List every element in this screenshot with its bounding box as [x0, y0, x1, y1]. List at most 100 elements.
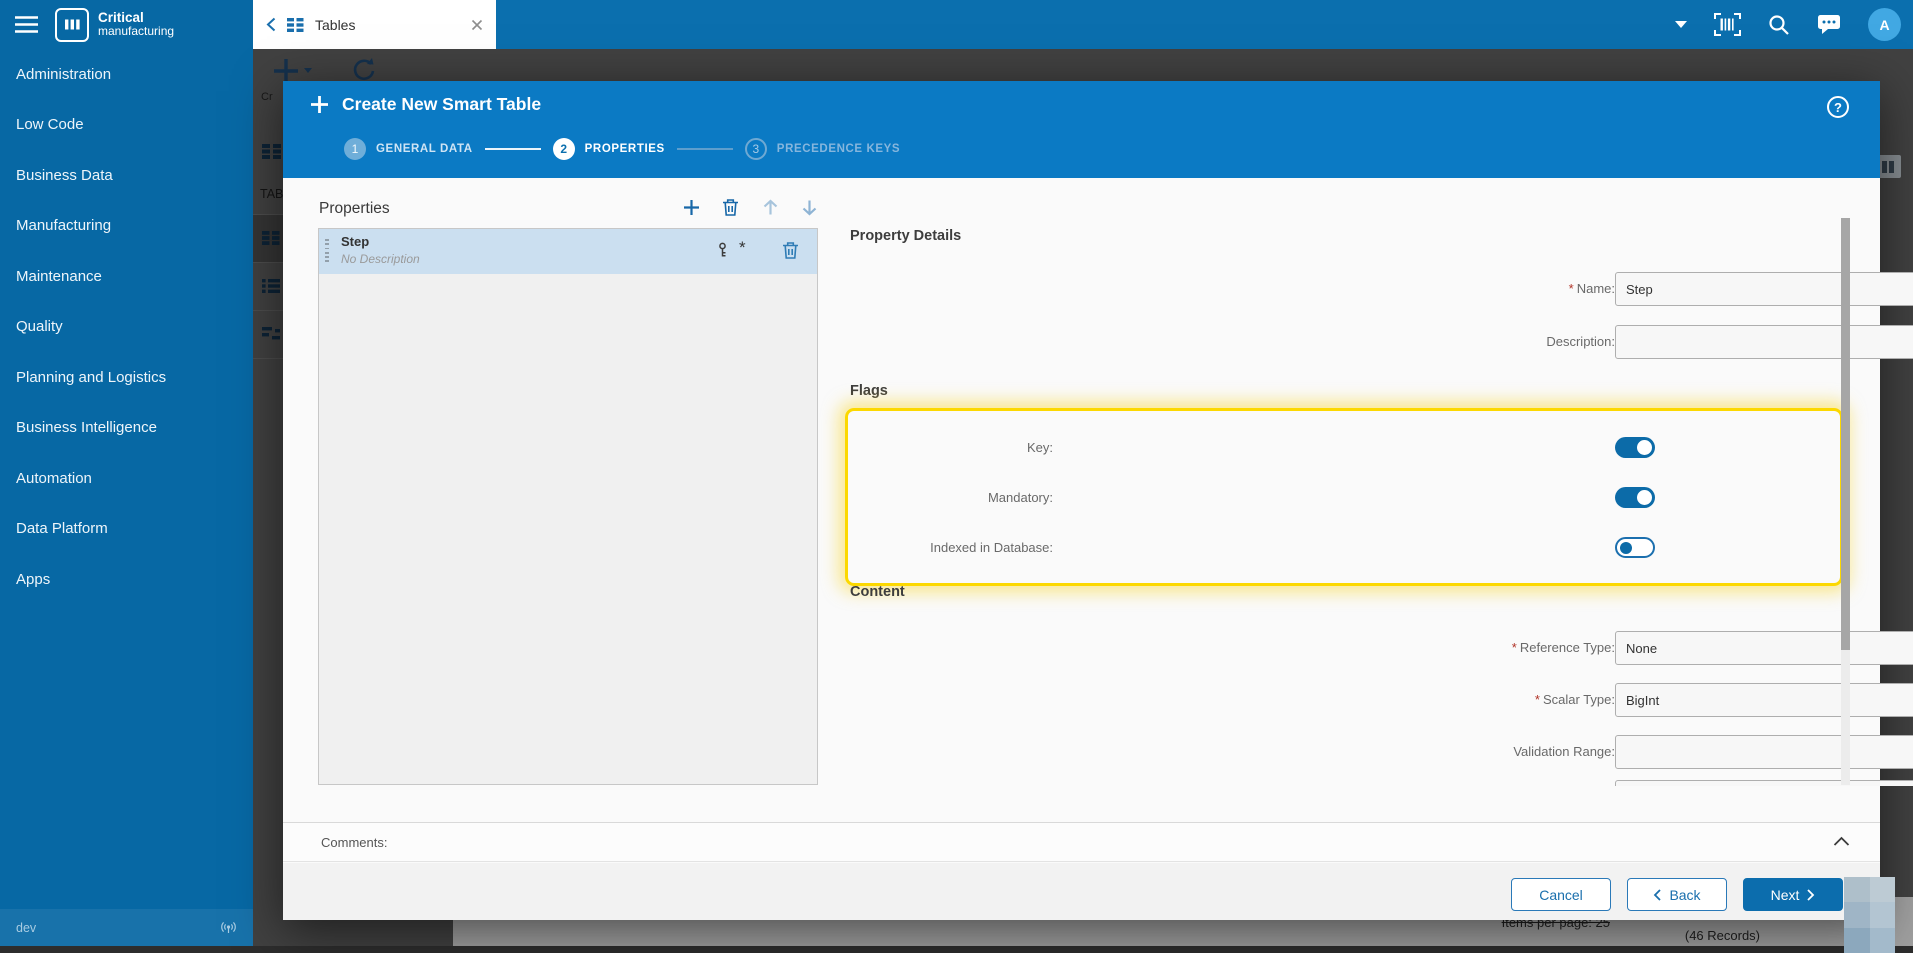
mandatory-label: Mandatory:: [987, 490, 1053, 505]
next-button-label: Next: [1770, 886, 1800, 903]
scalar-type-row: * Scalar Type: BigInt: [833, 683, 1913, 717]
sidebar-nav: Administration Low Code Business Data Ma…: [0, 49, 253, 605]
back-button-label: Back: [1669, 886, 1701, 903]
messages-icon[interactable]: [1817, 14, 1841, 35]
step-connector: [676, 148, 733, 150]
create-button-label-partial: Cr: [261, 91, 273, 103]
sidebar-item-business-intelligence[interactable]: Business Intelligence: [0, 403, 253, 454]
sidebar-footer: dev: [0, 909, 253, 947]
properties-list: Step No Description *: [318, 228, 818, 785]
validation-range-input[interactable]: [1615, 735, 1913, 769]
sidebar-item-low-code[interactable]: Low Code: [0, 100, 253, 151]
reference-type-label: * Reference Type:: [1511, 640, 1615, 655]
modal-title: Create New Smart Table: [342, 94, 542, 114]
collapse-chevron-icon[interactable]: [1833, 836, 1850, 846]
scalar-type-dropdown[interactable]: BigInt: [1615, 683, 1913, 717]
flags-heading: Flags: [850, 383, 888, 399]
mandatory-toggle[interactable]: [1615, 487, 1655, 508]
delete-item-icon[interactable]: [782, 241, 799, 264]
user-avatar[interactable]: A: [1868, 8, 1901, 41]
mandatory-flag-row: Mandatory:: [833, 487, 1843, 509]
modal-header: Create New Smart Table ? 1 GENERAL DATA …: [283, 81, 1880, 178]
chevron-right-icon: [1807, 888, 1815, 901]
environment-label: dev: [16, 921, 37, 935]
back-chevron-icon[interactable]: [266, 17, 276, 32]
required-asterisk: *: [1568, 281, 1574, 296]
search-icon[interactable]: [1768, 14, 1790, 36]
scalar-type-label: * Scalar Type:: [1534, 692, 1615, 707]
sidebar-item-quality[interactable]: Quality: [0, 302, 253, 353]
next-button[interactable]: Next: [1743, 878, 1843, 911]
logo-bars-icon: [55, 7, 89, 42]
key-icon: [715, 242, 730, 263]
wizard-step-properties[interactable]: 2 PROPERTIES: [552, 138, 665, 160]
row-grid-icon: [262, 231, 280, 245]
property-item-name: Step: [341, 234, 370, 249]
reference-type-dropdown[interactable]: None: [1615, 631, 1913, 665]
validation-range-row: Validation Range:: [833, 735, 1913, 769]
row-list-icon: [262, 279, 280, 293]
sidebar-item-business-data[interactable]: Business Data: [0, 150, 253, 201]
drag-handle-icon[interactable]: [325, 239, 329, 263]
property-item-description: No Description: [341, 252, 420, 266]
next-field-partial: [1615, 780, 1913, 786]
chevron-left-icon: [1653, 888, 1662, 901]
sidebar-item-apps[interactable]: Apps: [0, 554, 253, 605]
app-logo[interactable]: Critical manufacturing: [55, 7, 175, 42]
table-grid-icon: [287, 17, 304, 32]
indexed-in-database-toggle[interactable]: [1615, 537, 1655, 558]
required-asterisk: *: [1534, 692, 1540, 707]
content-heading: Content: [850, 584, 905, 600]
sidebar-item-manufacturing[interactable]: Manufacturing: [0, 201, 253, 252]
sidebar-item-automation[interactable]: Automation: [0, 453, 253, 504]
hamburger-menu-icon[interactable]: [14, 15, 39, 34]
comments-label: Comments:: [321, 835, 388, 850]
delete-property-icon[interactable]: [722, 198, 739, 216]
sidebar-item-data-platform[interactable]: Data Platform: [0, 504, 253, 555]
sidebar-item-maintenance[interactable]: Maintenance: [0, 251, 253, 302]
step-label: GENERAL DATA: [376, 143, 473, 155]
brand-line2: manufacturing: [98, 24, 175, 39]
app-window: Critical manufacturing Administration Lo…: [0, 0, 1913, 953]
sidebar-item-planning-and-logistics[interactable]: Planning and Logistics: [0, 352, 253, 403]
move-up-icon[interactable]: [762, 199, 779, 216]
name-input[interactable]: [1615, 272, 1913, 306]
indexed-in-database-label: Indexed in Database:: [930, 540, 1053, 555]
tab-close-icon[interactable]: [471, 19, 483, 31]
modal-footer: Cancel Back Next: [283, 863, 1880, 920]
key-flag-row: Key:: [833, 437, 1843, 459]
records-count-label: (46 Records): [1684, 928, 1760, 943]
sidebar-item-administration[interactable]: Administration: [0, 49, 253, 100]
barcode-scanner-icon[interactable]: [1714, 13, 1741, 36]
cancel-button-label: Cancel: [1539, 886, 1583, 903]
wizard-step-general-data[interactable]: 1 GENERAL DATA: [344, 138, 473, 160]
add-property-icon[interactable]: [683, 199, 700, 216]
chevron-down-icon[interactable]: [1675, 21, 1687, 28]
property-list-item-step[interactable]: Step No Description *: [319, 229, 817, 274]
connectivity-icon: [220, 921, 237, 935]
plus-icon: [310, 95, 329, 114]
description-input[interactable]: [1615, 325, 1913, 359]
grid-column-header-partial: TAB: [260, 187, 284, 201]
top-bar: Tables A: [253, 0, 1913, 49]
back-button[interactable]: Back: [1627, 878, 1727, 911]
details-scrollbar[interactable]: [1841, 218, 1850, 785]
cancel-button[interactable]: Cancel: [1511, 878, 1611, 911]
property-details-heading: Property Details: [850, 228, 962, 244]
help-icon[interactable]: ?: [1827, 96, 1849, 118]
step-label: PROPERTIES: [584, 143, 665, 155]
move-down-icon[interactable]: [801, 199, 818, 216]
reference-type-row: * Reference Type: None: [833, 631, 1913, 665]
tab-tables[interactable]: Tables: [253, 0, 496, 49]
step-label: PRECEDENCE KEYS: [776, 143, 901, 155]
brand-line1: Critical: [98, 10, 144, 26]
wizard-step-precedence-keys[interactable]: 3 PRECEDENCE KEYS: [744, 138, 901, 160]
required-asterisk: *: [1511, 640, 1517, 655]
comments-section: Comments:: [283, 822, 1880, 862]
sidebar-header: Critical manufacturing: [0, 0, 253, 49]
key-toggle[interactable]: [1615, 437, 1655, 458]
scrollbar-thumb[interactable]: [1841, 218, 1850, 650]
create-smart-table-modal: Create New Smart Table ? 1 GENERAL DATA …: [283, 81, 1913, 920]
description-label: Description:: [1546, 334, 1615, 349]
required-marker: *: [739, 238, 746, 257]
